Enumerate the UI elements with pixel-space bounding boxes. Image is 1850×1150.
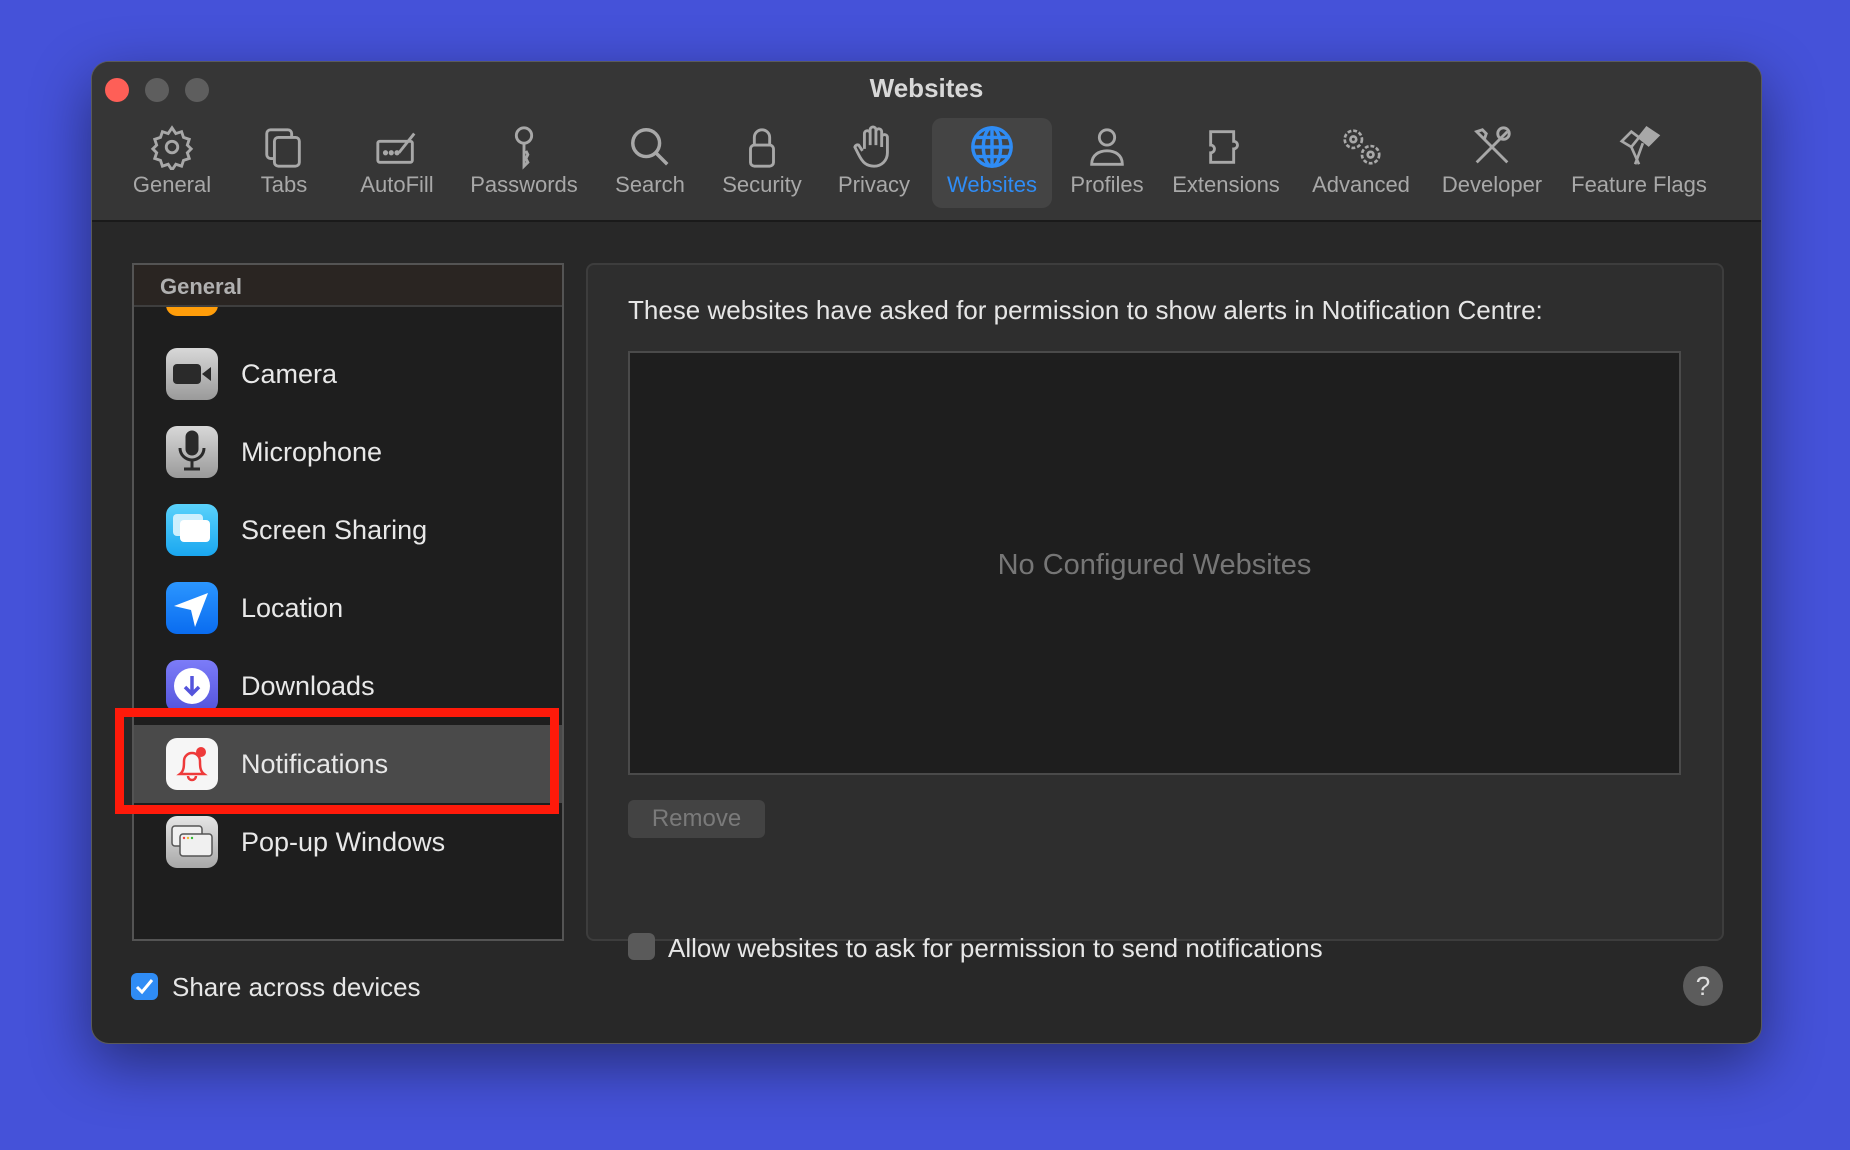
sidebar-item-popup-windows[interactable]: Pop-up Windows bbox=[134, 803, 562, 881]
autofill-icon bbox=[376, 132, 416, 164]
remove-button[interactable]: Remove bbox=[628, 800, 765, 838]
tools-icon bbox=[1474, 126, 1511, 164]
tab-passwords[interactable]: Passwords bbox=[462, 118, 586, 208]
tab-extensions[interactable]: Extensions bbox=[1166, 118, 1286, 208]
lock-icon bbox=[749, 128, 775, 168]
tab-search[interactable]: Search bbox=[602, 118, 698, 208]
help-button[interactable]: ? bbox=[1683, 966, 1723, 1006]
sidebar-item-camera[interactable]: Camera bbox=[134, 335, 562, 413]
microphone-icon bbox=[166, 426, 218, 478]
gears-icon bbox=[1343, 129, 1381, 165]
sidebar-section-header: General bbox=[134, 265, 562, 307]
globe-icon bbox=[971, 126, 1013, 168]
tab-security[interactable]: Security bbox=[714, 118, 810, 208]
key-icon bbox=[514, 126, 534, 170]
toolbar: Websites General Tabs AutoFill Passwords… bbox=[92, 62, 1761, 222]
person-icon bbox=[1090, 128, 1124, 166]
search-icon bbox=[631, 128, 669, 166]
tabs-icon bbox=[265, 128, 301, 168]
hand-icon bbox=[853, 125, 889, 168]
notifications-panel: These websites have asked for permission… bbox=[586, 263, 1724, 963]
tab-autofill[interactable]: AutoFill bbox=[342, 118, 452, 208]
websites-list[interactable]: No Configured Websites bbox=[628, 351, 1681, 775]
popup-windows-icon bbox=[166, 816, 218, 868]
tab-general[interactable]: General bbox=[122, 118, 222, 208]
allow-permission-checkbox[interactable] bbox=[628, 933, 655, 960]
tab-profiles[interactable]: Profiles bbox=[1062, 118, 1152, 208]
highlight-annotation bbox=[115, 708, 559, 814]
checkmark-icon bbox=[135, 979, 154, 995]
flags-icon bbox=[1619, 126, 1661, 165]
tab-developer[interactable]: Developer bbox=[1436, 118, 1548, 208]
share-across-devices-label: Share across devices bbox=[172, 972, 421, 1002]
tab-advanced[interactable]: Advanced bbox=[1302, 118, 1420, 208]
puzzle-icon bbox=[1209, 130, 1239, 164]
tab-feature-flags[interactable]: Feature Flags bbox=[1564, 118, 1714, 208]
empty-list-text: No Configured Websites bbox=[997, 549, 1312, 581]
sidebar-item-screen-sharing[interactable]: Screen Sharing bbox=[134, 491, 562, 569]
panel-heading: These websites have asked for permission… bbox=[628, 295, 1543, 325]
tab-websites[interactable]: Websites bbox=[932, 118, 1052, 208]
sidebar-item-microphone[interactable]: Microphone bbox=[134, 413, 562, 491]
gear-icon bbox=[150, 125, 194, 170]
screen-sharing-icon bbox=[166, 504, 218, 556]
share-across-devices-checkbox[interactable] bbox=[131, 973, 158, 1000]
permissions-sidebar: General Camera Microphone Screen Sharing… bbox=[132, 263, 564, 941]
sidebar-item-location[interactable]: Location bbox=[134, 569, 562, 647]
safari-settings-window: Websites General Tabs AutoFill Passwords… bbox=[91, 61, 1762, 1044]
camera-icon bbox=[166, 348, 218, 400]
downloads-icon bbox=[166, 660, 218, 712]
location-icon bbox=[166, 582, 218, 634]
tab-privacy[interactable]: Privacy bbox=[830, 118, 918, 208]
window-title: Websites bbox=[869, 73, 984, 103]
tab-tabs[interactable]: Tabs bbox=[242, 118, 326, 208]
allow-permission-label: Allow websites to ask for permission to … bbox=[668, 933, 1323, 963]
